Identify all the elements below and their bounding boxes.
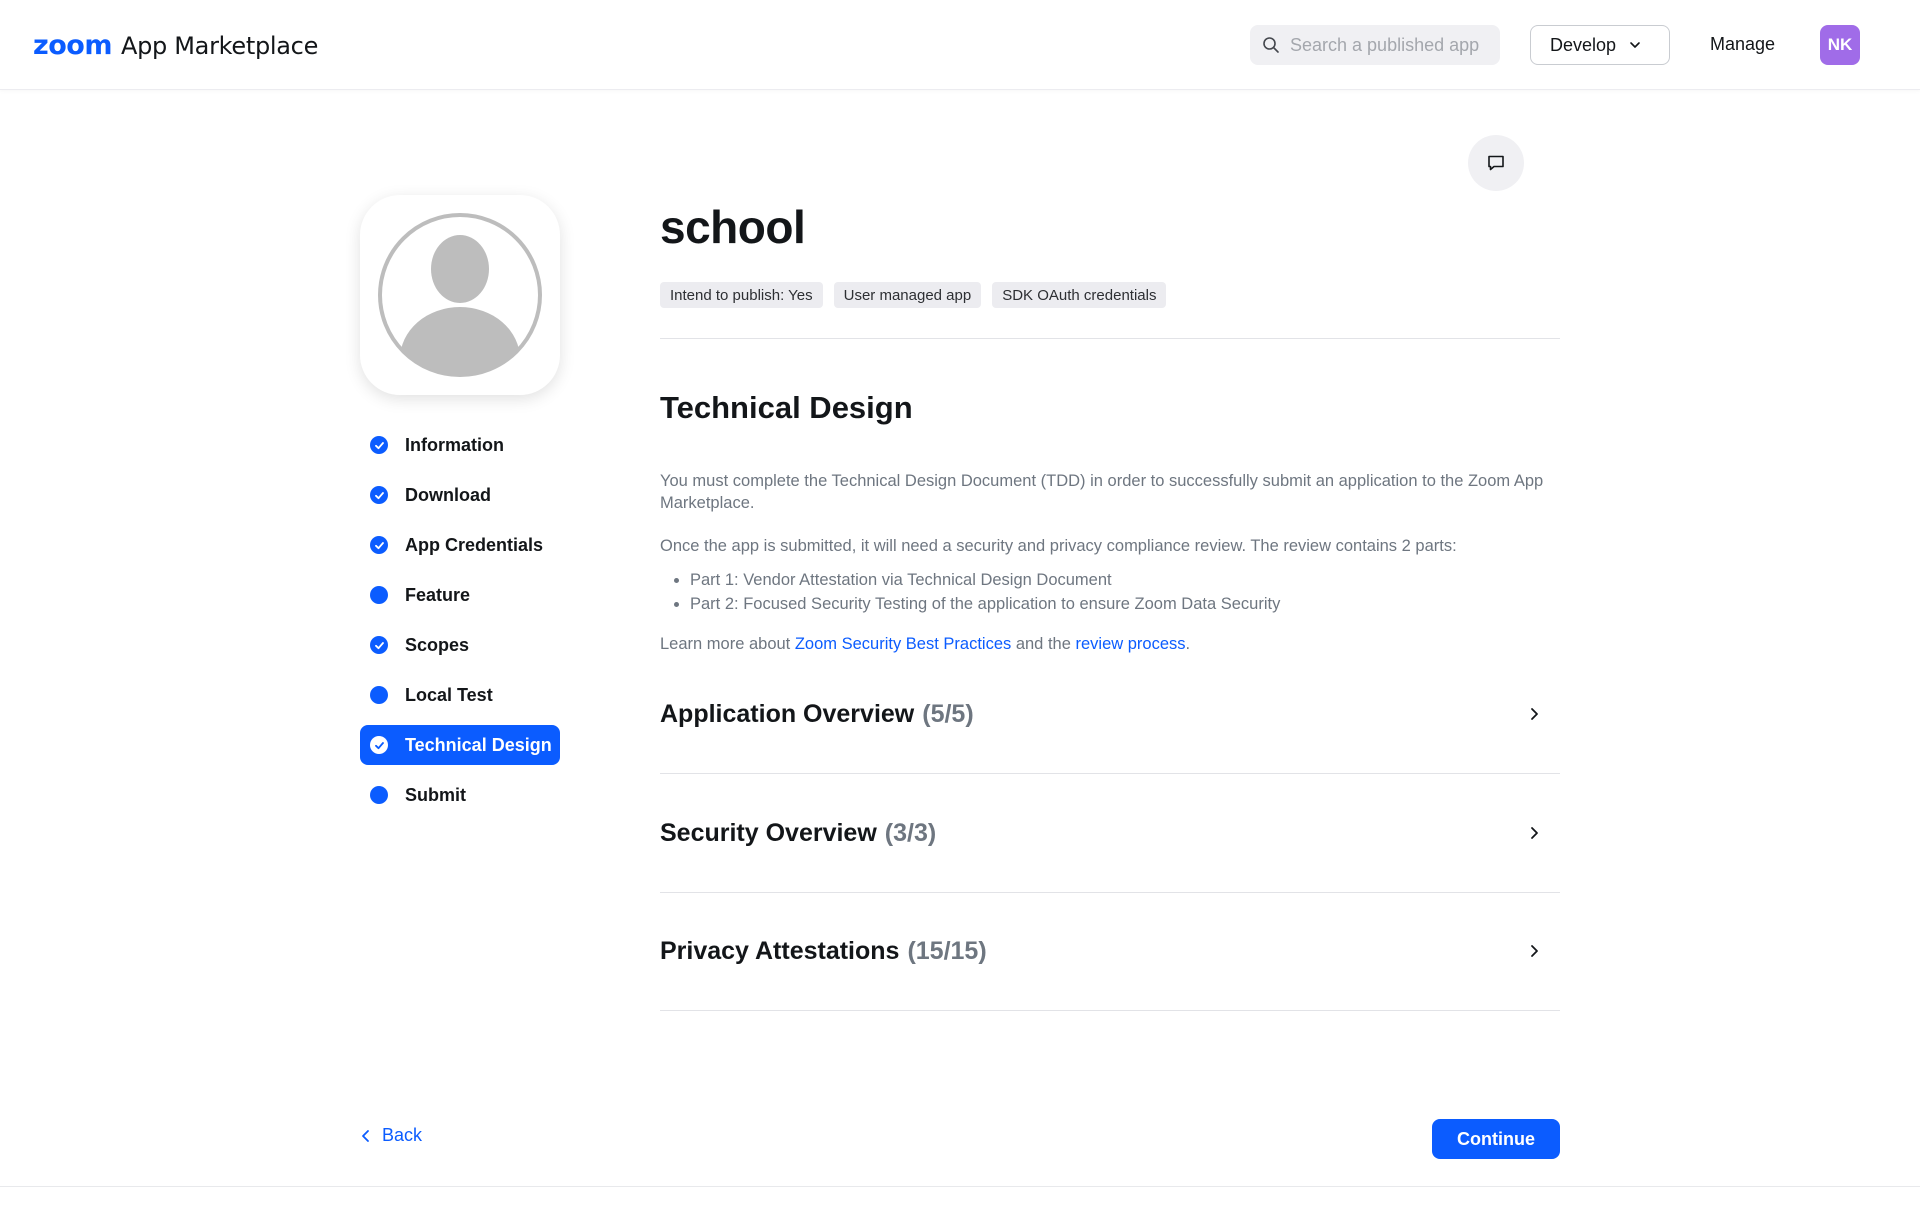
app-icon-placeholder bbox=[360, 195, 560, 395]
chat-bubble-icon bbox=[1488, 155, 1504, 171]
sidebar-step-download[interactable]: Download bbox=[360, 475, 560, 515]
divider bbox=[660, 338, 1560, 339]
divider bbox=[660, 1010, 1560, 1011]
search-box[interactable] bbox=[1250, 25, 1500, 65]
tdd-description: You must complete the Technical Design D… bbox=[660, 472, 1544, 512]
learn-more-suffix: . bbox=[1185, 635, 1191, 653]
divider bbox=[660, 773, 1560, 774]
check-circle-icon bbox=[370, 536, 388, 554]
security-best-practices-link[interactable]: Zoom Security Best Practices bbox=[795, 635, 1011, 653]
list-item: Part 2: Focused Security Testing of the … bbox=[690, 592, 1560, 616]
chevron-down-icon bbox=[1630, 42, 1640, 48]
user-placeholder-icon bbox=[378, 213, 542, 377]
chevron-right-icon bbox=[1531, 945, 1538, 957]
accordion-title: Security Overview bbox=[660, 818, 877, 847]
check-circle-icon bbox=[370, 486, 388, 504]
accordion-privacy-attestations[interactable]: Privacy Attestations (15/15) bbox=[660, 921, 1560, 981]
app-tags: Intend to publish: Yes User managed app … bbox=[660, 282, 1177, 308]
sidebar-step-label: Information bbox=[405, 434, 504, 455]
review-parts-list: Part 1: Vendor Attestation via Technical… bbox=[660, 568, 1560, 616]
chevron-left-icon bbox=[362, 1129, 369, 1142]
zoom-logo-text: zoom bbox=[33, 30, 112, 61]
develop-dropdown-button[interactable]: Develop bbox=[1530, 25, 1670, 65]
sidebar-step-label: Feature bbox=[405, 584, 471, 605]
status-dot-icon bbox=[370, 686, 388, 704]
check-circle-icon bbox=[370, 736, 388, 754]
tag-intend-to-publish: Intend to publish: Yes bbox=[660, 282, 823, 308]
sidebar-step-submit[interactable]: Submit bbox=[360, 775, 560, 815]
accordion-count: (5/5) bbox=[922, 699, 974, 728]
learn-more-text: Learn more about Zoom Security Best Prac… bbox=[660, 633, 1560, 655]
check-circle-icon bbox=[370, 436, 388, 454]
search-input[interactable] bbox=[1290, 34, 1490, 56]
accordion-application-overview[interactable]: Application Overview (5/5) bbox=[660, 684, 1560, 744]
progress-steps: Information Download App Credentials Featur… bbox=[360, 425, 560, 825]
sidebar-step-label: Submit bbox=[405, 784, 466, 805]
continue-button[interactable]: Continue bbox=[1432, 1119, 1560, 1159]
status-dot-icon bbox=[370, 786, 388, 804]
accordion-count: (15/15) bbox=[907, 936, 987, 965]
feedback-chat-button[interactable] bbox=[1468, 135, 1524, 191]
sidebar-step-local-test[interactable]: Local Test bbox=[360, 675, 560, 715]
check-circle-icon bbox=[370, 636, 388, 654]
chevron-right-icon bbox=[1531, 827, 1538, 839]
search-icon bbox=[1263, 37, 1279, 53]
review-description: Once the app is submitted, it will need … bbox=[660, 537, 1457, 555]
sidebar-step-scopes[interactable]: Scopes bbox=[360, 625, 560, 665]
sidebar-step-label: Scopes bbox=[405, 634, 470, 655]
tag-sdk-oauth: SDK OAuth credentials bbox=[992, 282, 1167, 308]
accordion-security-overview[interactable]: Security Overview (3/3) bbox=[660, 803, 1560, 863]
status-dot-icon bbox=[370, 586, 388, 604]
list-item: Part 1: Vendor Attestation via Technical… bbox=[690, 568, 1560, 592]
sidebar-step-label: Technical Design bbox=[405, 734, 552, 755]
learn-more-middle: and the bbox=[1011, 635, 1076, 653]
back-button[interactable]: Back bbox=[360, 1125, 422, 1146]
accordion-title: Privacy Attestations bbox=[660, 936, 900, 965]
sidebar-step-feature[interactable]: Feature bbox=[360, 575, 560, 615]
accordion-count: (3/3) bbox=[884, 818, 937, 847]
accordion-title: Application Overview bbox=[660, 699, 915, 728]
sidebar-step-label: Download bbox=[405, 484, 491, 505]
zoom-marketplace-logo[interactable]: zoom App Marketplace bbox=[33, 30, 318, 61]
marketplace-logo-text: App Marketplace bbox=[120, 31, 319, 60]
tag-user-managed: User managed app bbox=[833, 282, 982, 308]
section-title: Technical Design bbox=[660, 390, 913, 425]
sidebar-step-label: App Credentials bbox=[405, 534, 544, 555]
app-name-title: school bbox=[660, 201, 806, 253]
footer-divider bbox=[0, 1186, 1920, 1187]
sidebar-step-app-credentials[interactable]: App Credentials bbox=[360, 525, 560, 565]
review-process-link[interactable]: review process bbox=[1075, 635, 1185, 653]
sidebar-step-information[interactable]: Information bbox=[360, 425, 560, 465]
learn-more-prefix: Learn more about bbox=[660, 635, 795, 653]
top-navigation-bar: zoom App Marketplace Develop Manage NK bbox=[0, 0, 1920, 90]
back-label: Back bbox=[382, 1125, 423, 1145]
sidebar-step-label: Local Test bbox=[405, 684, 493, 705]
manage-link[interactable]: Manage bbox=[1710, 34, 1775, 55]
user-avatar[interactable]: NK bbox=[1820, 25, 1860, 65]
sidebar-step-technical-design[interactable]: Technical Design bbox=[360, 725, 560, 765]
develop-label: Develop bbox=[1550, 34, 1617, 55]
chevron-right-icon bbox=[1531, 708, 1538, 720]
divider bbox=[660, 892, 1560, 893]
